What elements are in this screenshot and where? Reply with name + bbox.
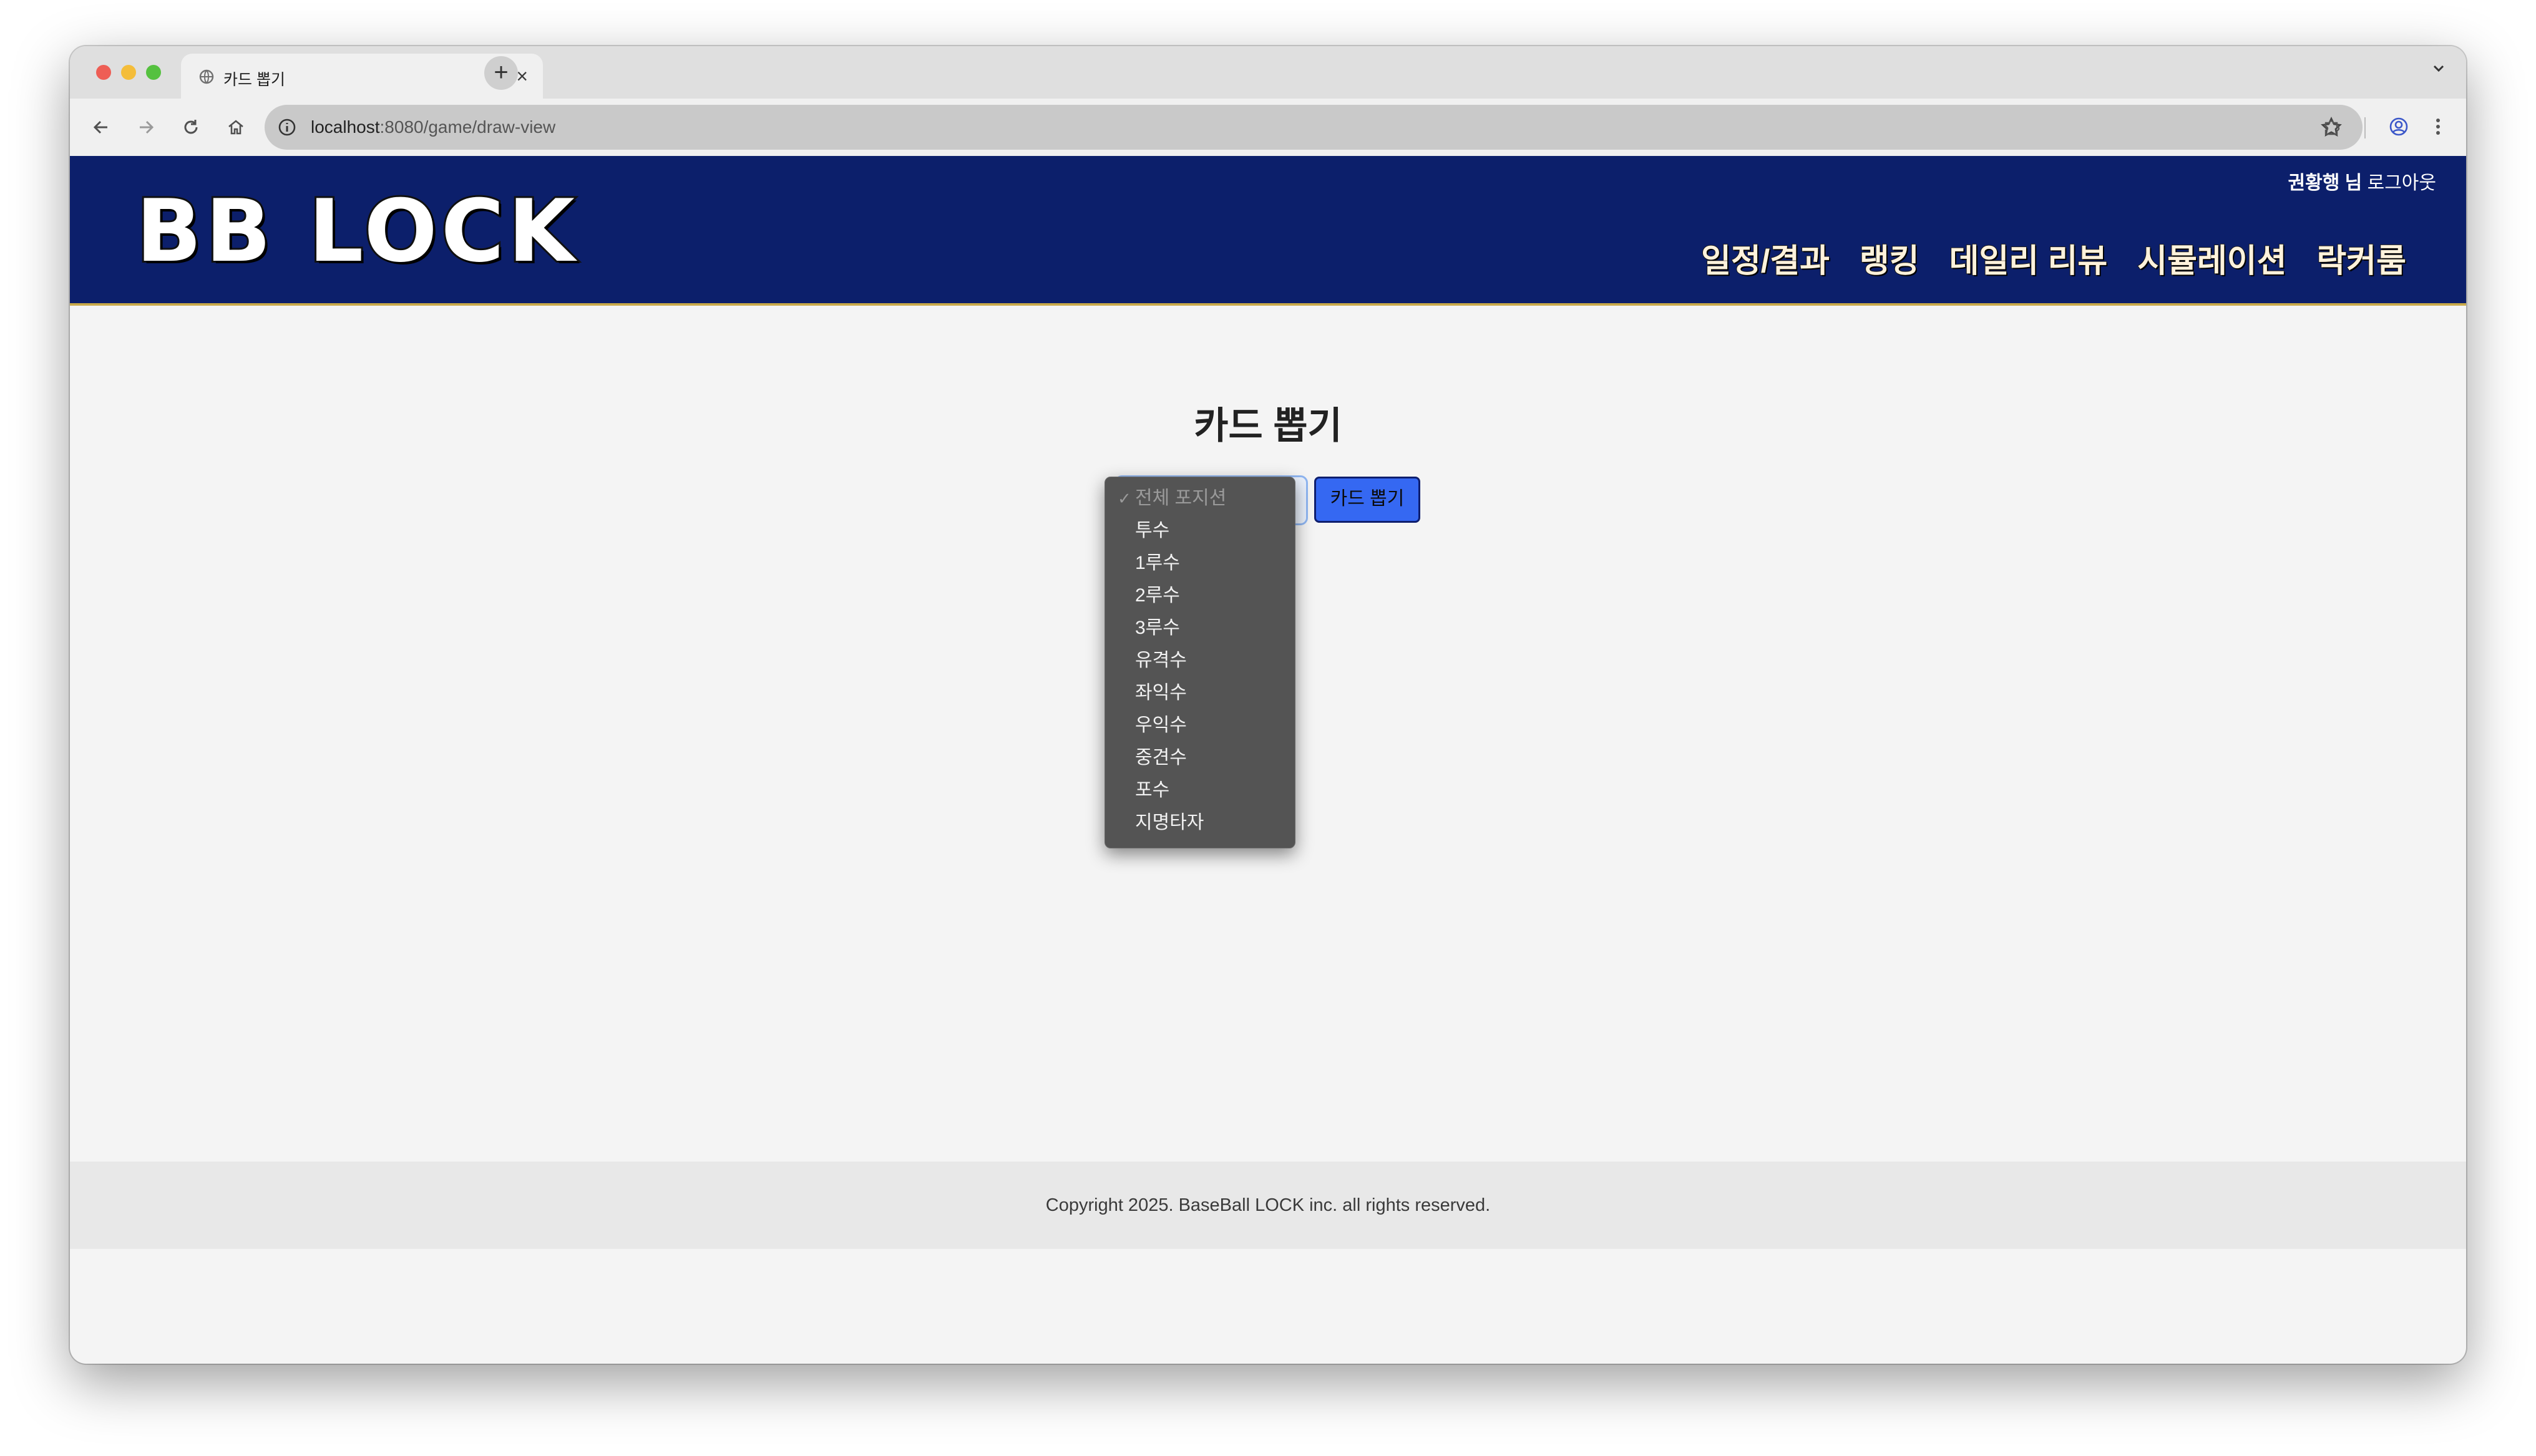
close-window-button[interactable] bbox=[96, 65, 111, 80]
browser-toolbar: localhost:8080/game/draw-view bbox=[70, 99, 2466, 156]
nav-locker-room[interactable]: 락커룸 bbox=[2316, 235, 2407, 281]
nav-ranking[interactable]: 랭킹 bbox=[1859, 235, 1920, 281]
minimize-window-button[interactable] bbox=[121, 65, 136, 80]
position-option[interactable]: 유격수 bbox=[1105, 644, 1295, 677]
forward-arrow-icon[interactable] bbox=[130, 111, 162, 143]
new-tab-button[interactable]: + bbox=[484, 56, 518, 90]
position-option[interactable]: 3루수 bbox=[1105, 612, 1295, 644]
position-option[interactable]: 1루수 bbox=[1105, 547, 1295, 580]
nav-schedule-results[interactable]: 일정/결과 bbox=[1700, 235, 1830, 281]
browser-window: 카드 뽑기 × + localhost:8080/game/draw-view bbox=[70, 46, 2466, 1364]
reload-icon[interactable] bbox=[175, 111, 207, 143]
position-option[interactable]: 투수 bbox=[1105, 515, 1295, 547]
tab-strip: 카드 뽑기 × + bbox=[70, 46, 2466, 99]
nav-simulation[interactable]: 시뮬레이션 bbox=[2137, 235, 2287, 281]
toolbar-divider bbox=[2364, 117, 2366, 138]
tab-search-chevron-icon[interactable] bbox=[2430, 60, 2447, 82]
site-logo[interactable]: BB LOCK bbox=[134, 179, 578, 283]
position-option-all[interactable]: ✓ 전체 포지션 bbox=[1105, 482, 1295, 515]
more-menu-icon[interactable] bbox=[2422, 111, 2454, 142]
globe-icon bbox=[198, 69, 215, 85]
tab-title: 카드 뽑기 bbox=[223, 71, 285, 89]
checkmark-icon: ✓ bbox=[1118, 489, 1131, 508]
position-option[interactable]: 지명타자 bbox=[1105, 807, 1295, 839]
site-info-icon[interactable] bbox=[276, 116, 298, 138]
back-arrow-icon[interactable] bbox=[85, 111, 117, 143]
tab-close-button[interactable]: × bbox=[516, 64, 528, 89]
position-option[interactable]: 포수 bbox=[1105, 774, 1295, 807]
user-name: 권황행 님 bbox=[2288, 173, 2363, 193]
position-option[interactable]: 2루수 bbox=[1105, 580, 1295, 612]
site-header: BB LOCK 권황행 님 로그아웃 일정/결과 랭킹 데일리 리뷰 시뮬레이션… bbox=[70, 156, 2466, 306]
position-dropdown-menu: ✓ 전체 포지션 투수 1루수 2루수 3루수 유격수 좌익수 우익수 중견수 포… bbox=[1105, 477, 1295, 848]
page-title: 카드 뽑기 bbox=[1194, 405, 1342, 447]
address-bar[interactable]: localhost:8080/game/draw-view bbox=[265, 105, 2363, 150]
profile-icon[interactable] bbox=[2383, 111, 2414, 142]
position-option[interactable]: 우익수 bbox=[1105, 709, 1295, 742]
url-text: localhost:8080/game/draw-view bbox=[311, 117, 556, 137]
position-option[interactable]: 좌익수 bbox=[1105, 677, 1295, 709]
site-footer: Copyright 2025. BaseBall LOCK inc. all r… bbox=[70, 1162, 2466, 1249]
draw-card-button[interactable]: 카드 뽑기 bbox=[1314, 477, 1420, 523]
position-option[interactable]: 중견수 bbox=[1105, 742, 1295, 774]
copyright-text: Copyright 2025. BaseBall LOCK inc. all r… bbox=[1045, 1195, 1491, 1215]
main-nav: 일정/결과 랭킹 데일리 리뷰 시뮬레이션 락커룸 bbox=[1700, 235, 2407, 281]
user-bar: 권황행 님 로그아웃 bbox=[2288, 167, 2437, 195]
logout-link[interactable]: 로그아웃 bbox=[2368, 173, 2436, 193]
maximize-window-button[interactable] bbox=[146, 65, 161, 80]
nav-daily-review[interactable]: 데일리 리뷰 bbox=[1949, 235, 2109, 281]
home-icon[interactable] bbox=[220, 111, 252, 143]
extensions-puzzle-icon[interactable] bbox=[2316, 111, 2348, 142]
